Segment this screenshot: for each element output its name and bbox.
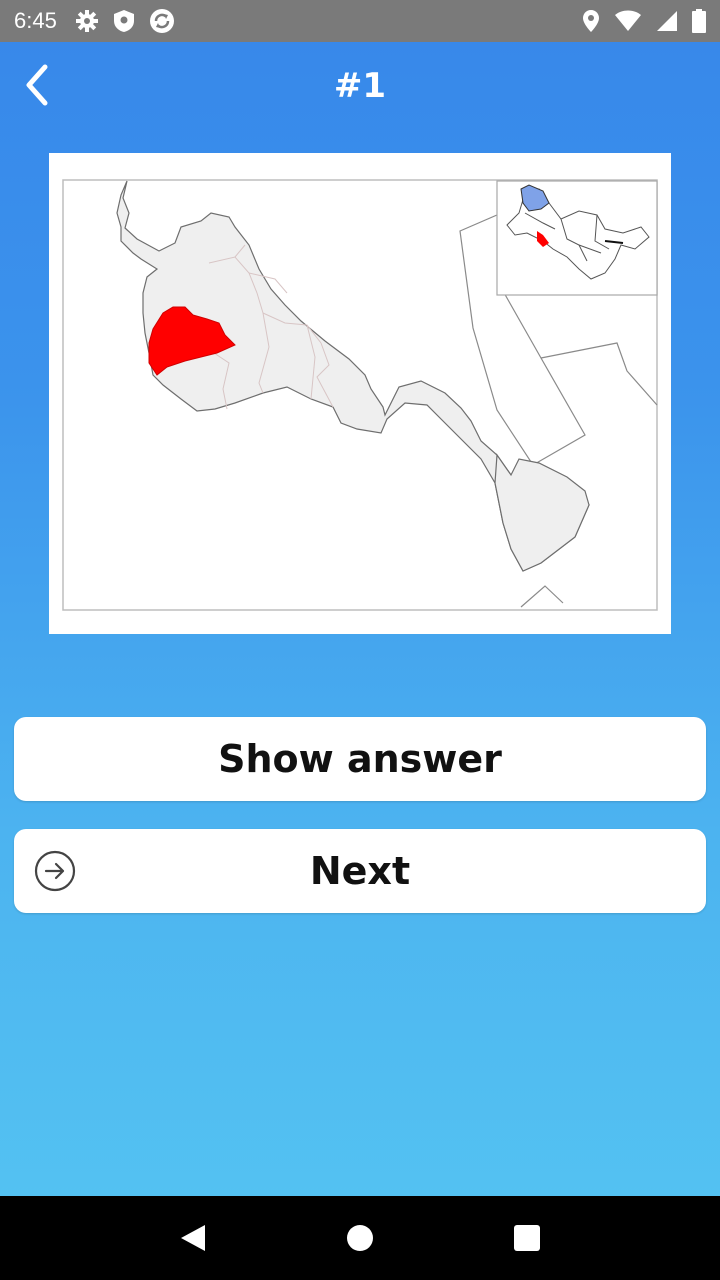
status-bar: 6:45 bbox=[0, 0, 720, 42]
map-image bbox=[49, 153, 671, 634]
back-triangle-icon[interactable] bbox=[173, 1218, 213, 1258]
shield-icon bbox=[113, 9, 135, 33]
sync-icon bbox=[149, 8, 175, 34]
home-circle-icon[interactable] bbox=[340, 1218, 380, 1258]
signal-icon bbox=[656, 10, 678, 32]
app-bar: #1 bbox=[0, 42, 720, 130]
location-icon bbox=[582, 9, 600, 33]
wifi-icon bbox=[614, 10, 642, 32]
arrow-right-circle-icon bbox=[34, 850, 76, 892]
next-label: Next bbox=[309, 849, 411, 893]
status-time: 6:45 bbox=[14, 8, 57, 33]
show-answer-button[interactable]: Show answer bbox=[14, 717, 706, 801]
show-answer-label: Show answer bbox=[218, 737, 502, 781]
recents-square-icon[interactable] bbox=[507, 1218, 547, 1258]
back-button[interactable] bbox=[14, 60, 58, 110]
battery-icon bbox=[692, 9, 706, 33]
next-button[interactable]: Next bbox=[14, 829, 706, 913]
page-title: #1 bbox=[333, 66, 387, 106]
settings-icon bbox=[75, 9, 99, 33]
chevron-left-icon bbox=[26, 64, 48, 106]
system-nav-bar bbox=[0, 1196, 720, 1280]
